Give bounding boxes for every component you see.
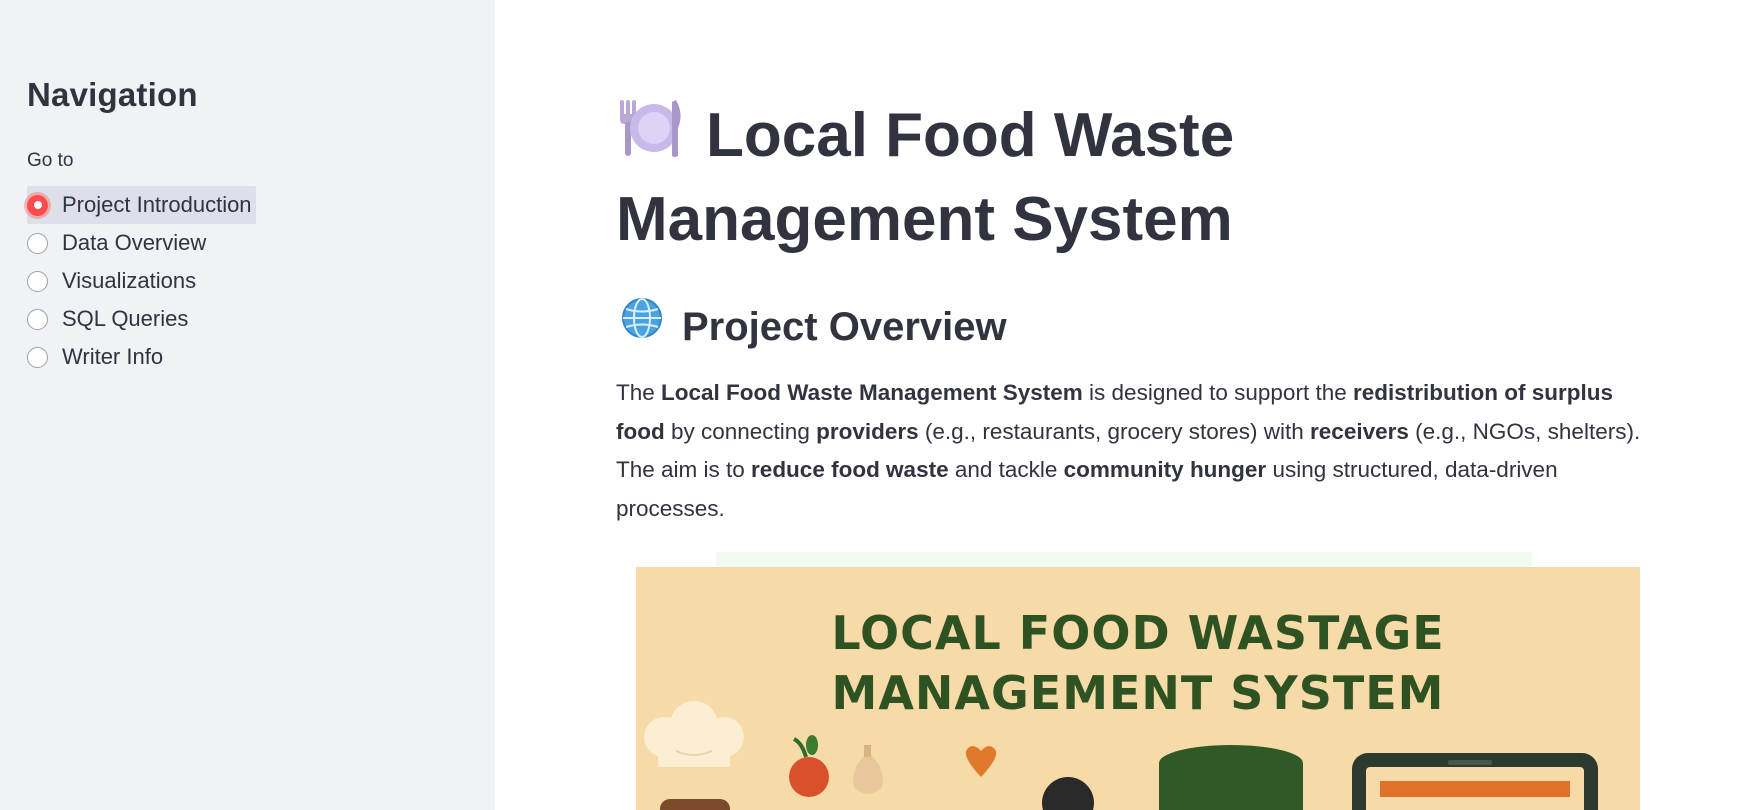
radio-option-label: Visualizations [62,268,197,293]
main-content: Local Food Waste Management System Proje… [495,0,1758,810]
heart-icon [965,746,997,777]
tablet-icon [1352,753,1598,810]
radio-option-label: Project Introduction [62,192,252,217]
plate-with-cutlery-icon [616,96,686,180]
radio-group-label: Go to [27,150,74,171]
radio-option-data-overview[interactable]: Data Overview [27,224,256,262]
globe-icon [620,296,664,357]
radio-button[interactable] [27,346,48,368]
sidebar-title: Navigation [27,76,198,113]
bowl-icon [1159,745,1303,810]
project-description: The Local Food Waste Management System i… [616,380,1641,521]
project-overview-heading: Project Overview [620,296,1007,357]
radio-option-label: Data Overview [62,230,207,255]
chef-icon [644,701,744,810]
radio-option-writer-info[interactable]: Writer Info [27,338,256,376]
radio-button-selected[interactable] [27,194,48,216]
sidebar: Navigation Go to Project Introduction Da… [0,0,495,810]
food-illustration [644,701,1598,810]
garlic-icon [853,745,883,794]
page-title: Local Food Waste Management System [616,96,1626,260]
radio-option-label: SQL Queries [62,306,189,331]
navigation-radio-group: Project Introduction Data Overview Visua… [27,186,256,376]
radio-option-visualizations[interactable]: Visualizations [27,262,256,300]
radio-button[interactable] [27,232,48,254]
radio-button[interactable] [27,308,48,330]
radio-option-label: Writer Info [62,344,164,369]
apple-icon [789,735,829,797]
banner-panel: LOCAL FOOD WASTAGE MANAGEMENT SYSTEM [636,567,1640,810]
dark-item-icon [1042,777,1094,810]
radio-option-project-introduction[interactable]: Project Introduction [27,186,256,224]
radio-option-sql-queries[interactable]: SQL Queries [27,300,256,338]
radio-button[interactable] [27,270,48,292]
banner-image: LOCAL FOOD WASTAGE MANAGEMENT SYSTEM [636,552,1640,810]
